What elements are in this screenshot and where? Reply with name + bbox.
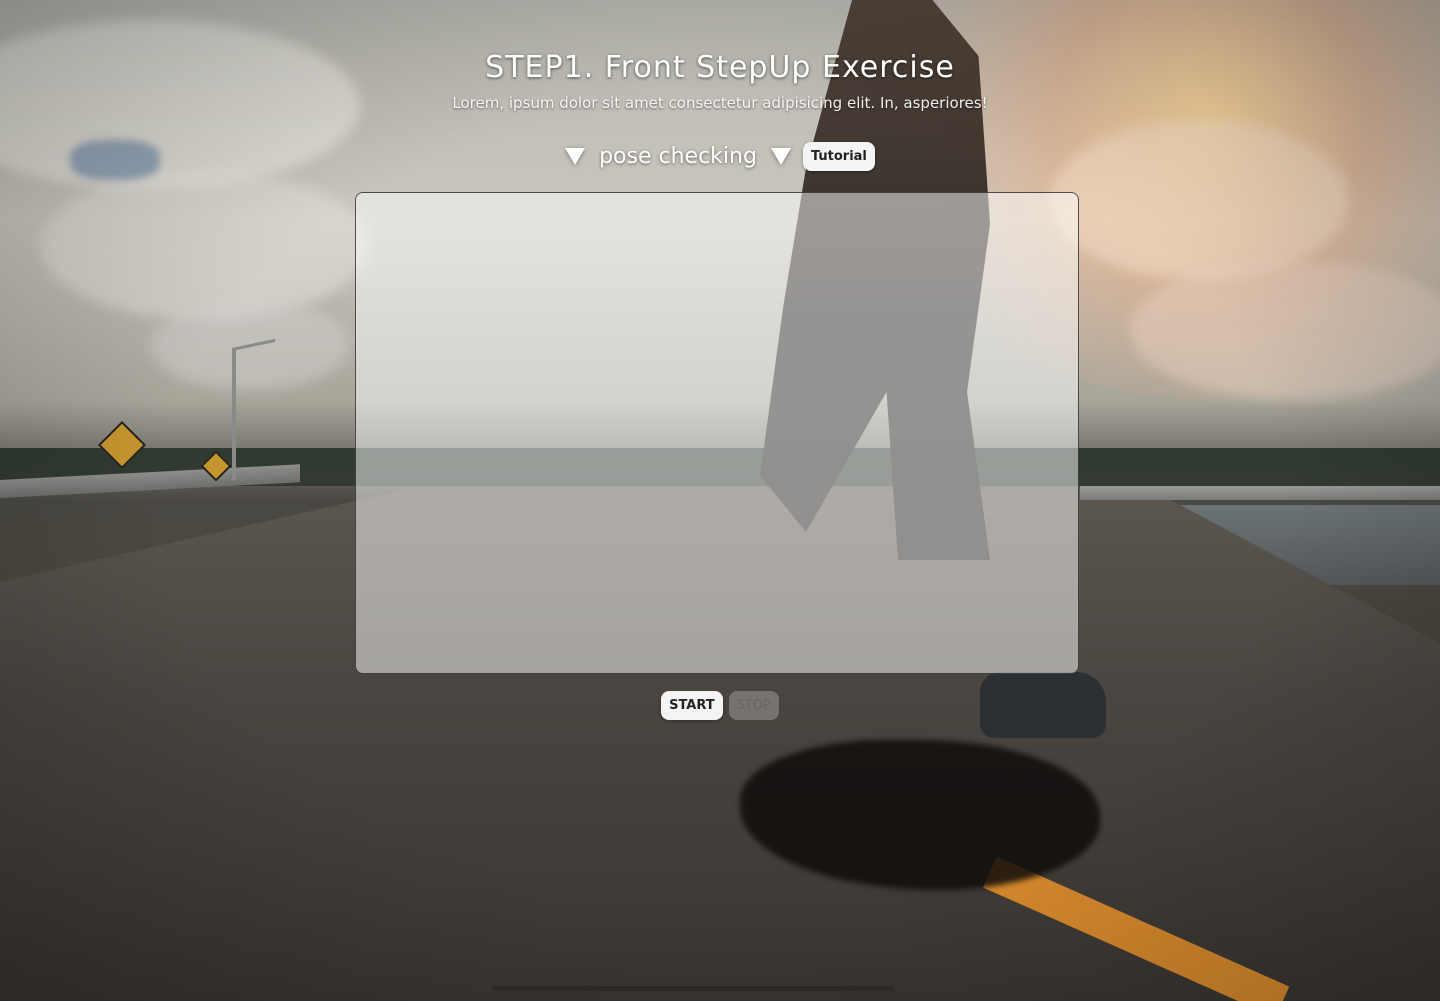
home-indicator[interactable] xyxy=(492,986,894,991)
start-button[interactable]: START xyxy=(661,691,723,720)
exercise-controls: START STOP xyxy=(0,691,1440,720)
camera-preview-panel xyxy=(355,192,1079,674)
pose-status-row: pose checking Tutorial xyxy=(0,138,1440,174)
page-title: STEP1. Front StepUp Exercise xyxy=(485,50,955,85)
pose-status-label: pose checking xyxy=(599,143,757,169)
page-subtitle: Lorem, ipsum dolor sit amet consectetur … xyxy=(452,94,988,112)
triangle-down-icon xyxy=(565,147,586,165)
stop-button[interactable]: STOP xyxy=(728,691,779,720)
tutorial-button[interactable]: Tutorial xyxy=(802,141,875,171)
triangle-down-icon xyxy=(770,147,791,165)
exercise-page: STEP1. Front StepUp Exercise Lorem, ipsu… xyxy=(0,0,1440,1001)
